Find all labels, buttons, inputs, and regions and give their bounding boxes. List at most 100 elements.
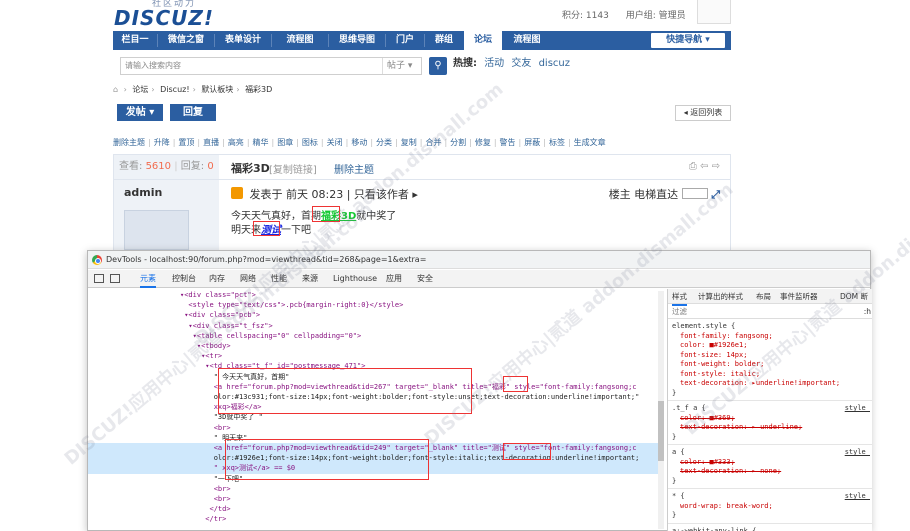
mod-action[interactable]: 修复 (475, 138, 491, 147)
tab-memory[interactable]: 内存 (209, 270, 225, 288)
search-button[interactable]: ⚲ (429, 57, 447, 75)
mod-action[interactable]: 合并 (425, 138, 441, 147)
dom-node-line[interactable]: <style type="text/css">.pcb{margin-right… (180, 300, 403, 310)
dom-node-line[interactable]: ▾<table cellspacing="0" cellpadding="0"> (180, 331, 362, 341)
tab-dom-breakpoints[interactable]: DOM 断 (840, 289, 868, 304)
author-avatar[interactable] (124, 210, 189, 250)
nav-item-9[interactable]: 流程图 (503, 31, 551, 50)
print-icon[interactable]: ⎙ (689, 161, 697, 172)
user-points[interactable]: 积分: 1143 (562, 11, 609, 21)
quick-nav-button[interactable]: 快捷导航 ▾ (651, 33, 725, 48)
css-property[interactable]: color: ■#369; (680, 414, 735, 424)
mod-action[interactable]: 生成文章 (574, 138, 606, 147)
mod-action[interactable]: 高亮 (228, 138, 244, 147)
next-icon[interactable]: ⇨ (712, 161, 720, 172)
tab-application[interactable]: 应用 (386, 270, 402, 288)
css-source-link[interactable]: style_ (845, 404, 870, 414)
mod-action[interactable]: 标签 (549, 138, 565, 147)
post-button[interactable]: 发帖 ▾ (117, 104, 163, 121)
hot-link-3[interactable]: discuz (539, 58, 570, 69)
nav-item-6[interactable]: 门户 (386, 31, 424, 50)
mod-action[interactable]: 精华 (253, 138, 269, 147)
crumb-4[interactable]: 福彩3D (245, 85, 272, 94)
tab-network[interactable]: 网络 (240, 270, 256, 288)
nav-item-2[interactable]: 微信之窗 (158, 31, 214, 50)
css-source-link[interactable]: style_ (845, 492, 870, 502)
post-author[interactable]: admin (124, 186, 162, 199)
mod-action[interactable]: 复制 (401, 138, 417, 147)
home-icon[interactable]: ⌂ (113, 85, 118, 94)
nav-item-5[interactable]: 思维导图 (329, 31, 385, 50)
nav-item-4[interactable]: 流程图 (272, 31, 328, 50)
elements-scrollbar[interactable] (658, 291, 664, 529)
mod-action[interactable]: 关闭 (327, 138, 343, 147)
css-property[interactable]: color: ■#333; (680, 458, 735, 468)
tab-elements[interactable]: 元素 (140, 270, 156, 288)
dom-node-line[interactable]: ▾<tr> (180, 351, 222, 361)
tab-layout[interactable]: 布局 (756, 289, 771, 304)
prev-icon[interactable]: ⇦ (700, 161, 708, 172)
mod-action[interactable]: 图章 (277, 138, 293, 147)
css-selector[interactable]: a:-webkit-any-link { (672, 527, 756, 531)
nav-item-3[interactable]: 表单设计 (215, 31, 271, 50)
css-property[interactable]: font-size: 14px; (680, 351, 747, 361)
mod-action[interactable]: 图标 (302, 138, 318, 147)
css-property[interactable]: word-wrap: break-word; (680, 502, 773, 512)
css-property[interactable]: text-decoration: ▸underline!important; (680, 379, 840, 389)
css-source-link[interactable]: style_ (845, 448, 870, 458)
dom-node-line[interactable]: ▾<div class="pct"> (180, 290, 256, 300)
delete-thread-link[interactable]: 删除主题 (334, 161, 374, 176)
tab-event-listeners[interactable]: 事件监听器 (780, 289, 818, 304)
tab-styles[interactable]: 样式 (672, 289, 687, 306)
nav-item-7[interactable]: 群组 (425, 31, 463, 50)
css-property[interactable]: font-style: italic; (680, 370, 760, 380)
css-selector[interactable]: a { (672, 448, 685, 458)
css-selector[interactable]: element.style { (672, 322, 735, 332)
search-input[interactable]: 请输入搜索内容 (120, 57, 422, 75)
mod-action[interactable]: 置顶 (178, 138, 194, 147)
hot-link-1[interactable]: 活动 (484, 58, 504, 69)
dom-node-line[interactable]: </td> (180, 504, 231, 514)
user-group[interactable]: 用户组: 管理员 (626, 11, 686, 21)
mod-action[interactable]: 分割 (450, 138, 466, 147)
mod-action[interactable]: 屏蔽 (524, 138, 540, 147)
jump-icon[interactable]: ⤢ (711, 188, 720, 201)
mod-action[interactable]: 警告 (500, 138, 516, 147)
hover-state-toggle[interactable]: :h (864, 305, 871, 319)
tab-console[interactable]: 控制台 (172, 270, 196, 288)
mod-action[interactable]: 升降 (154, 138, 170, 147)
tab-security[interactable]: 安全 (417, 270, 433, 288)
css-property[interactable]: text-decoration: ▸ underline; (680, 423, 802, 433)
crumb-2[interactable]: Discuz! (160, 85, 189, 94)
device-toolbar-icon[interactable] (110, 274, 120, 283)
css-property[interactable]: font-family: fangsong; (680, 332, 773, 342)
dom-node-line[interactable]: ▾<div class="pcb"> (180, 310, 260, 320)
styles-filter-input[interactable]: 过滤 :h (668, 305, 872, 319)
avatar[interactable] (697, 0, 731, 24)
dom-node-line[interactable]: <br> (180, 484, 231, 494)
back-to-list-button[interactable]: ◂ 返回列表 (675, 105, 731, 121)
css-property[interactable]: color: ■#1926e1; (680, 341, 747, 351)
dom-node-line[interactable]: <br> (180, 494, 231, 504)
css-property[interactable]: text-decoration: ▸ none; (680, 467, 781, 477)
mod-action[interactable]: 删除主题 (113, 138, 145, 147)
css-selector[interactable]: * { (672, 492, 685, 502)
tab-lighthouse[interactable]: Lighthouse (333, 270, 377, 288)
tab-sources[interactable]: 来源 (302, 270, 318, 288)
css-selector[interactable]: .t_f a { (672, 404, 706, 414)
nav-item-forum[interactable]: 论坛 (464, 31, 502, 50)
inspect-icon[interactable] (94, 274, 104, 283)
post-meta-text[interactable]: 发表于 前天 08:23 | 只看该作者 ▸ (250, 188, 418, 201)
reply-button[interactable]: 回复 (170, 104, 216, 121)
mod-action[interactable]: 直播 (203, 138, 219, 147)
discuz-logo[interactable]: 社区动力 DISCUZ! (114, 0, 224, 30)
search-type-select[interactable]: 帖子 ▾ (382, 58, 422, 74)
css-property[interactable]: font-weight: bolder; (680, 360, 764, 370)
tab-computed[interactable]: 计算出的样式 (698, 289, 743, 304)
mod-action[interactable]: 分类 (376, 138, 392, 147)
nav-item-1[interactable]: 栏目一 (113, 31, 157, 50)
copy-link[interactable]: [复制链接] (269, 161, 317, 176)
dom-node-line[interactable]: ▾<div class="t_fsz"> (180, 321, 272, 331)
floor-jump-input[interactable] (681, 188, 708, 199)
tab-performance[interactable]: 性能 (271, 270, 287, 288)
